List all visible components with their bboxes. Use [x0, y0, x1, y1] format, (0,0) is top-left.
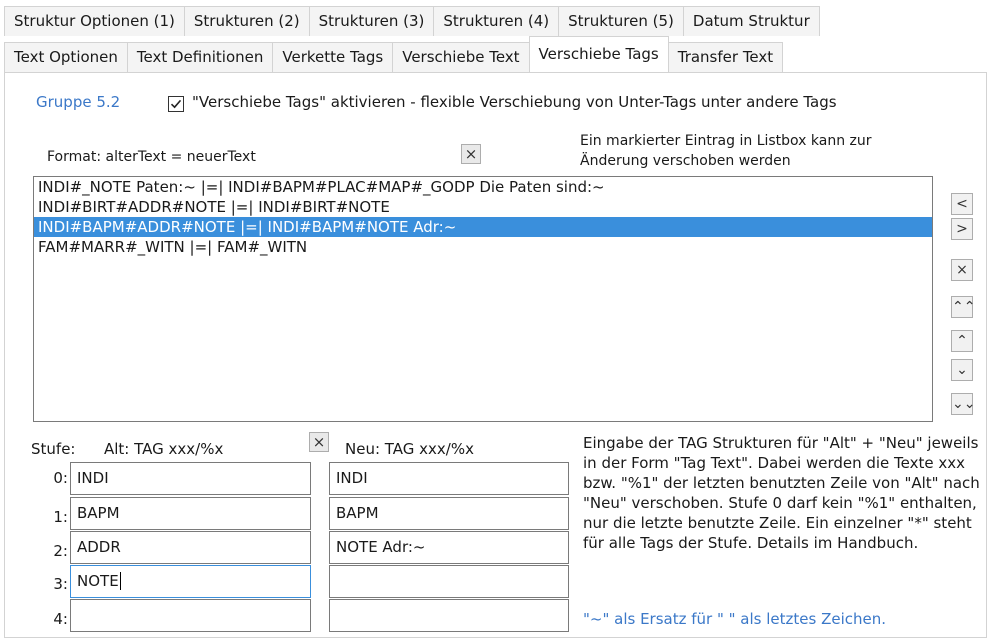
move-right-button[interactable]: >: [951, 218, 973, 240]
close-icon: ×: [956, 262, 968, 278]
list-item-selected[interactable]: INDI#BAPM#ADDR#NOTE |=| INDI#BAPM#NOTE A…: [34, 217, 932, 237]
description-text: Eingabe der TAG Strukturen für "Alt" + "…: [583, 434, 980, 552]
tab-struktur-optionen[interactable]: Struktur Optionen (1): [4, 6, 185, 36]
alt-field-2[interactable]: ADDR: [70, 531, 311, 564]
move-top-button[interactable]: ⌃⌃: [951, 296, 976, 318]
move-bottom-button[interactable]: ⌄⌄: [951, 393, 976, 415]
checkmark-icon: [170, 99, 182, 109]
level-label: 3:: [53, 575, 68, 593]
tab-text-optionen[interactable]: Text Optionen: [4, 42, 128, 72]
group-label: Gruppe 5.2: [36, 93, 121, 111]
alt-field-3[interactable]: NOTE​: [70, 565, 311, 598]
move-left-button[interactable]: <: [951, 193, 973, 215]
neu-label: Neu: TAG xxx/%x: [345, 440, 474, 458]
chevron-left-icon: <: [956, 196, 968, 212]
level-label: 1:: [53, 508, 68, 526]
neu-field-2[interactable]: NOTE Adr:~: [329, 531, 569, 564]
tab-strukturen-2[interactable]: Strukturen (2): [183, 6, 310, 36]
move-up-button[interactable]: ⌃: [951, 330, 973, 352]
neu-field-1[interactable]: BAPM: [329, 497, 569, 530]
tab-transfer-text[interactable]: Transfer Text: [667, 42, 784, 72]
enable-checkbox-label: "Verschiebe Tags" aktivieren - flexible …: [192, 93, 837, 111]
double-chevron-down-icon: ⌄⌄: [952, 396, 976, 412]
alt-field-0[interactable]: INDI: [70, 462, 311, 495]
mapping-listbox[interactable]: INDI#_NOTE Paten:~ |=| INDI#BAPM#PLAC#MA…: [33, 176, 933, 422]
level-label: 0:: [53, 469, 68, 487]
tab-strukturen-5[interactable]: Strukturen (5): [558, 6, 684, 36]
list-item[interactable]: FAM#MARR#_WITN |=| FAM#_WITN: [34, 237, 932, 257]
alt-label: Alt: TAG xxx/%x: [104, 440, 224, 458]
tab-strukturen-3[interactable]: Strukturen (3): [308, 6, 435, 36]
info-text-line2: Änderung verschoben werden: [580, 153, 791, 169]
tab-row-2: Text Optionen Text Definitionen Verkette…: [4, 36, 784, 72]
tab-verkette-tags[interactable]: Verkette Tags: [272, 42, 394, 72]
tab-datum-struktur[interactable]: Datum Struktur: [682, 6, 820, 36]
tab-strukturen-4[interactable]: Strukturen (4): [433, 6, 560, 36]
alt-field-1[interactable]: BAPM: [70, 497, 311, 530]
chevron-down-icon: ⌄: [956, 362, 968, 378]
level-label: 2:: [53, 542, 68, 560]
tab-verschiebe-text[interactable]: Verschiebe Text: [392, 42, 530, 72]
double-chevron-up-icon: ⌃⌃: [952, 299, 976, 315]
move-down-button[interactable]: ⌄: [951, 359, 973, 381]
format-label: Format: alterText = neuerText: [47, 149, 256, 165]
level-label: 4:: [53, 610, 68, 628]
chevron-up-icon: ⌃: [956, 333, 968, 349]
tab-verschiebe-tags[interactable]: Verschiebe Tags: [528, 36, 669, 72]
close-icon: ×: [464, 145, 478, 163]
enable-checkbox[interactable]: [168, 96, 184, 112]
text-cursor: ​: [119, 572, 121, 590]
clear-list-button[interactable]: ×: [461, 144, 481, 164]
stufe-label: Stufe:: [31, 440, 76, 458]
alt-field-4[interactable]: [70, 599, 311, 632]
tilde-note: "~" als Ersatz für " " als letztes Zeich…: [583, 610, 887, 628]
neu-field-3[interactable]: [329, 565, 569, 598]
alt-field-3-value: NOTE: [77, 572, 119, 590]
info-text-line1: Ein markierter Eintrag in Listbox kann z…: [580, 133, 872, 149]
tab-text-definitionen[interactable]: Text Definitionen: [126, 42, 274, 72]
tab-row-1: Struktur Optionen (1) Strukturen (2) Str…: [4, 6, 820, 36]
close-icon: ×: [312, 433, 326, 451]
delete-entry-button[interactable]: ×: [951, 259, 973, 281]
list-item[interactable]: INDI#_NOTE Paten:~ |=| INDI#BAPM#PLAC#MA…: [34, 177, 932, 197]
neu-field-4[interactable]: [329, 599, 569, 632]
clear-fields-button[interactable]: ×: [309, 432, 329, 452]
list-item[interactable]: INDI#BIRT#ADDR#NOTE |=| INDI#BIRT#NOTE: [34, 197, 932, 217]
neu-field-0[interactable]: INDI: [329, 462, 569, 495]
chevron-right-icon: >: [956, 221, 968, 237]
